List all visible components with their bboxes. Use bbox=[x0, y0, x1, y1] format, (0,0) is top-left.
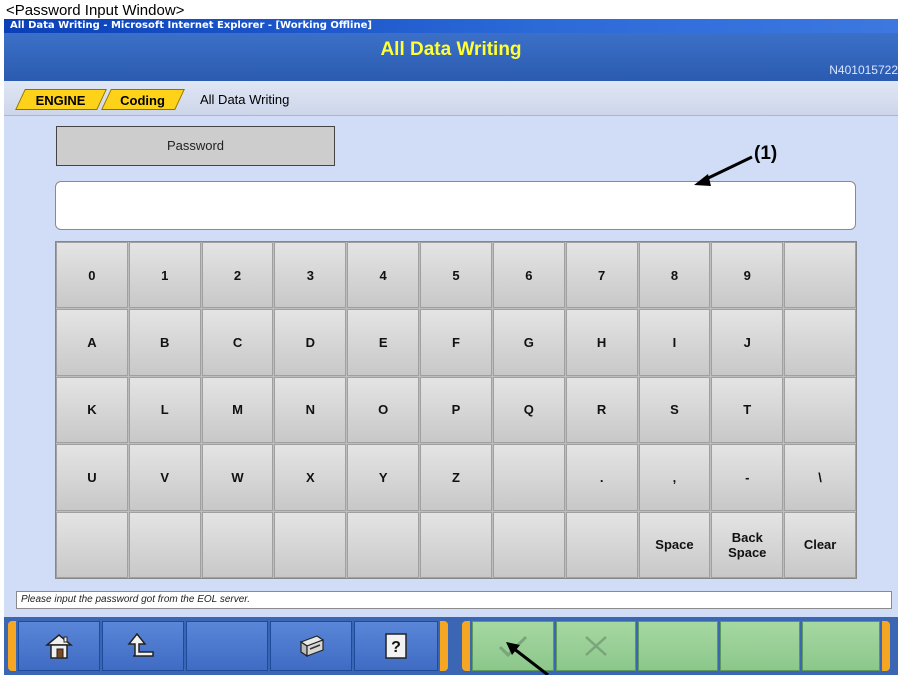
toolbar-accent bbox=[440, 621, 448, 671]
annotation-label: (1) bbox=[754, 143, 778, 164]
key-4[interactable]: 4 bbox=[347, 242, 420, 309]
key-u[interactable]: U bbox=[56, 444, 128, 511]
toolbar-accent bbox=[882, 621, 890, 671]
bottom-toolbar: ? bbox=[4, 617, 898, 675]
screen-code: N401015722 bbox=[829, 63, 898, 77]
toolbar-empty-button bbox=[186, 621, 268, 671]
cancel-button[interactable] bbox=[556, 621, 636, 671]
password-input[interactable] bbox=[55, 181, 856, 230]
toolbar-empty-button bbox=[720, 621, 800, 671]
key-space[interactable]: Space bbox=[638, 511, 711, 578]
key-5[interactable]: 5 bbox=[420, 242, 492, 309]
home-icon bbox=[44, 634, 74, 659]
key-k[interactable]: K bbox=[56, 376, 128, 444]
svg-text:?: ? bbox=[391, 639, 401, 656]
key-f[interactable]: F bbox=[420, 309, 492, 376]
key-b[interactable]: B bbox=[128, 309, 201, 376]
key-6[interactable]: 6 bbox=[492, 242, 565, 309]
key-p[interactable]: P bbox=[420, 376, 492, 444]
toolbar-accent bbox=[8, 621, 16, 671]
home-button[interactable] bbox=[18, 621, 100, 671]
page-title: All Data Writing bbox=[380, 39, 522, 60]
breadcrumb-current: All Data Writing bbox=[200, 92, 290, 107]
app-window: All Data Writing N401015722 ENGINE Codin… bbox=[4, 33, 898, 675]
key-c[interactable]: C bbox=[201, 309, 274, 376]
key-h[interactable]: H bbox=[565, 309, 638, 376]
key-blank bbox=[274, 511, 347, 578]
toolbar-empty-button bbox=[638, 621, 718, 671]
key-blank bbox=[420, 511, 492, 578]
toolbar-empty-button bbox=[802, 621, 880, 671]
key-s[interactable]: S bbox=[638, 376, 711, 444]
key-0[interactable]: 0 bbox=[56, 242, 128, 309]
key-backspace[interactable]: Back Space bbox=[711, 511, 784, 578]
key-j[interactable]: J bbox=[711, 309, 784, 376]
key-backslash[interactable]: \ bbox=[784, 444, 856, 511]
back-icon bbox=[127, 632, 154, 657]
key-blank bbox=[492, 444, 565, 511]
key-v[interactable]: V bbox=[128, 444, 201, 511]
key-n[interactable]: N bbox=[274, 376, 347, 444]
key-y[interactable]: Y bbox=[347, 444, 420, 511]
key-blank bbox=[201, 511, 274, 578]
key-blank bbox=[492, 511, 565, 578]
key-1[interactable]: 1 bbox=[128, 242, 201, 309]
print-button[interactable] bbox=[270, 621, 352, 671]
key-r[interactable]: R bbox=[565, 376, 638, 444]
key-blank bbox=[784, 309, 856, 376]
header-bar: All Data Writing N401015722 bbox=[4, 33, 898, 81]
key-blank bbox=[784, 376, 856, 444]
breadcrumb: ENGINE Coding All Data Writing bbox=[4, 81, 898, 116]
key-hyphen[interactable]: - bbox=[711, 444, 784, 511]
key-blank bbox=[565, 511, 638, 578]
key-clear[interactable]: Clear bbox=[784, 511, 856, 578]
status-message: Please input the password got from the E… bbox=[16, 591, 892, 609]
key-z[interactable]: Z bbox=[420, 444, 492, 511]
key-blank bbox=[56, 511, 128, 578]
ok-check-icon bbox=[498, 635, 528, 658]
ok-button[interactable] bbox=[472, 621, 554, 671]
key-comma[interactable]: , bbox=[638, 444, 711, 511]
key-d[interactable]: D bbox=[274, 309, 347, 376]
help-icon: ? bbox=[385, 633, 407, 659]
breadcrumb-item-label: ENGINE bbox=[35, 93, 86, 108]
key-m[interactable]: M bbox=[201, 376, 274, 444]
key-g[interactable]: G bbox=[492, 309, 565, 376]
password-label: Password bbox=[56, 126, 335, 166]
help-button[interactable]: ? bbox=[354, 621, 438, 671]
figure-caption: <Password Input Window> bbox=[6, 2, 185, 19]
key-9[interactable]: 9 bbox=[711, 242, 784, 309]
key-t[interactable]: T bbox=[711, 376, 784, 444]
key-blank bbox=[128, 511, 201, 578]
cancel-x-icon bbox=[585, 636, 607, 656]
breadcrumb-item-engine[interactable]: ENGINE bbox=[15, 89, 107, 110]
keypad: 0 1 2 3 4 5 6 7 8 9 A B C D E F G H I J … bbox=[55, 241, 857, 579]
key-period[interactable]: . bbox=[565, 444, 638, 511]
print-icon bbox=[299, 635, 325, 658]
key-blank bbox=[347, 511, 420, 578]
key-7[interactable]: 7 bbox=[565, 242, 638, 309]
key-l[interactable]: L bbox=[128, 376, 201, 444]
key-a[interactable]: A bbox=[56, 309, 128, 376]
browser-title-bar: All Data Writing - Microsoft Internet Ex… bbox=[4, 19, 898, 33]
key-e[interactable]: E bbox=[347, 309, 420, 376]
key-blank bbox=[784, 242, 856, 309]
key-x[interactable]: X bbox=[274, 444, 347, 511]
breadcrumb-item-label: Coding bbox=[120, 93, 165, 108]
key-w[interactable]: W bbox=[201, 444, 274, 511]
breadcrumb-item-coding[interactable]: Coding bbox=[101, 89, 185, 110]
key-i[interactable]: I bbox=[638, 309, 711, 376]
key-2[interactable]: 2 bbox=[201, 242, 274, 309]
toolbar-accent bbox=[462, 621, 470, 671]
key-q[interactable]: Q bbox=[492, 376, 565, 444]
key-3[interactable]: 3 bbox=[274, 242, 347, 309]
key-o[interactable]: O bbox=[347, 376, 420, 444]
back-button[interactable] bbox=[102, 621, 184, 671]
key-8[interactable]: 8 bbox=[638, 242, 711, 309]
